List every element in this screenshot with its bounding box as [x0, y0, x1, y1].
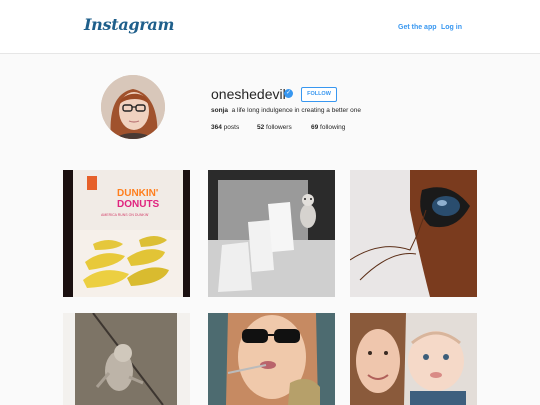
avatar-photo	[101, 75, 165, 139]
brand-tagline: AMERICA RUNS ON DUNKIN'	[101, 213, 149, 217]
post-tile-1[interactable]: DUNKIN' DONUTS AMERICA RUNS ON DUNKIN'	[63, 170, 190, 297]
profile-username: oneshedevil	[211, 86, 286, 102]
brand-line2: DONUTS	[117, 199, 160, 210]
mother-baby-photo	[350, 313, 477, 405]
following-stat[interactable]: 69 following	[311, 124, 345, 131]
brand-line1: DUNKIN'	[117, 188, 158, 199]
sunglasses-selfie-photo	[208, 313, 335, 405]
following-count: 69	[311, 124, 319, 131]
posts-count: 364	[211, 124, 222, 131]
get-the-app-link[interactable]: Get the app	[398, 24, 437, 31]
post-tile-2[interactable]	[208, 170, 335, 297]
following-label: following	[320, 124, 346, 131]
post-tile-3[interactable]	[350, 170, 477, 297]
follow-button[interactable]: FOLLOW	[301, 87, 337, 102]
dog-steps-photo	[208, 170, 335, 297]
followers-count: 52	[257, 124, 265, 131]
bio-name: sonja	[211, 107, 228, 114]
followers-stat[interactable]: 52 followers	[257, 124, 292, 131]
dunkin-bananas-photo: DUNKIN' DONUTS AMERICA RUNS ON DUNKIN'	[63, 170, 190, 297]
instagram-logo[interactable]: Instagram	[84, 15, 174, 34]
followers-label: followers	[266, 124, 292, 131]
profile-avatar[interactable]	[101, 75, 165, 139]
top-navigation-bar: Instagram Get the app Log in	[0, 0, 540, 54]
sloth-photo	[63, 313, 190, 405]
posts-label: posts	[223, 124, 240, 131]
post-tile-4[interactable]	[63, 313, 190, 405]
bio-text: a life long indulgence in creating a bet…	[231, 107, 361, 114]
post-tile-5[interactable]	[208, 313, 335, 405]
log-in-link[interactable]: Log in	[441, 24, 462, 31]
profile-bio: sonja a life long indulgence in creating…	[211, 107, 361, 114]
post-tile-6[interactable]	[350, 313, 477, 405]
posts-stat: 364 posts	[211, 124, 239, 131]
verified-badge-icon: ✓	[284, 89, 293, 98]
horse-eye-photo	[350, 170, 477, 297]
